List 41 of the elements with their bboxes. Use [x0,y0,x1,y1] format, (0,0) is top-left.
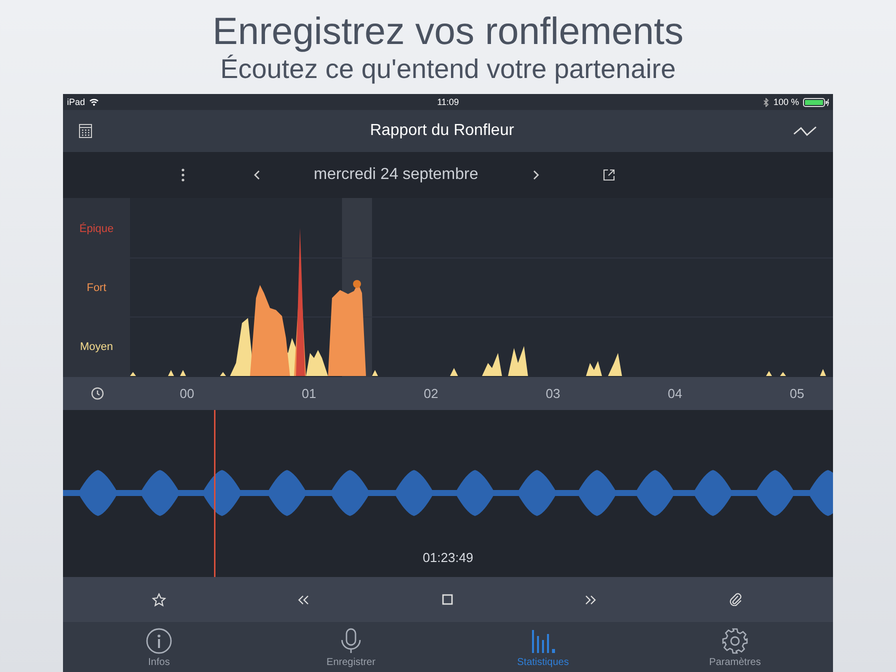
hour-label: 01 [300,386,318,401]
tab-bar-item[interactable]: Infos [63,622,255,672]
level-label: Moyen [80,340,114,355]
rewind-icon[interactable] [297,594,309,604]
date-label: mercredi 24 septembre [314,166,478,184]
battery-icon [802,98,829,106]
more-icon[interactable] [181,168,185,182]
hour-label: 03 [544,386,562,401]
playhead-line[interactable] [213,410,216,577]
status-time: 11:09 [437,97,459,107]
level-label: Fort [86,281,106,296]
hour-label: 00 [178,386,196,401]
tab-bar-item[interactable]: Paramètres [639,622,831,672]
fast-forward-icon[interactable] [585,594,597,604]
headline-subtitle: Écoutez ce qu'entend votre partenaire [220,54,676,84]
star-icon[interactable] [152,592,166,606]
clock-icon [90,387,104,400]
playback-time: 01:23:49 [422,550,474,565]
bar-chart-icon [530,628,556,654]
gear-icon [722,628,748,654]
selection-marker [353,280,361,288]
battery-percent: 100 % [773,97,799,107]
level-label: Épique [79,222,114,237]
stop-icon[interactable] [442,594,452,605]
chevron-right-icon[interactable] [532,170,538,180]
bluetooth-icon [763,98,770,106]
paperclip-icon[interactable] [728,593,742,606]
device-name: iPad [67,97,86,107]
hour-label: 05 [788,386,806,401]
calendar-icon[interactable] [79,124,92,138]
hour-label: 02 [422,386,440,401]
hour-label: 04 [666,386,684,401]
trend-line-icon[interactable] [792,124,818,138]
screen-title: Rapport du Ronfleur [370,122,514,140]
info-icon [146,628,172,654]
headline-title: Enregistrez vos ronflements [212,10,684,54]
tab-bar-item[interactable]: Statistiques [447,622,639,672]
tab-bar-item[interactable]: Enregistrer [255,622,447,672]
chevron-left-icon[interactable] [254,170,260,180]
share-icon[interactable] [603,169,615,181]
wifi-icon [89,98,100,106]
